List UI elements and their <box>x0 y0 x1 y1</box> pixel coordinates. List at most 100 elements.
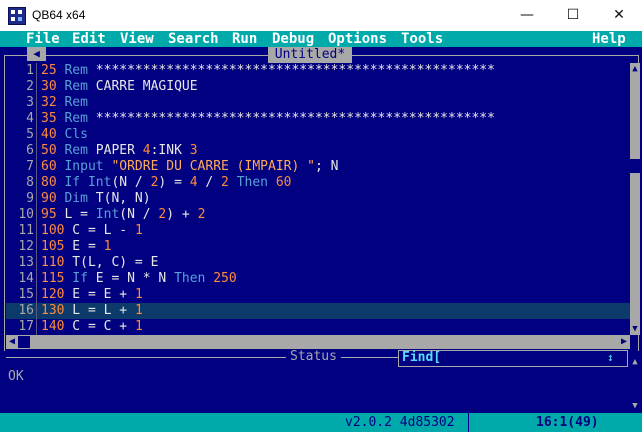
gutter-separator <box>36 191 37 207</box>
code-line[interactable]: 1 25 Rem ********************************… <box>6 63 630 79</box>
editor-left-border <box>4 55 5 351</box>
find-field[interactable]: Find[ ↕ <box>398 350 628 367</box>
code-line[interactable]: 5 40 Cls <box>6 127 630 143</box>
find-updown-icon[interactable]: ↕ <box>607 351 614 365</box>
code-line[interactable]: 13 110 T(L, C) = E <box>6 255 630 271</box>
code-text: 40 Cls <box>41 127 88 142</box>
gutter-separator <box>36 287 37 303</box>
qb64-app-icon[interactable] <box>8 7 26 25</box>
maximize-button[interactable]: ☐ <box>550 0 596 31</box>
scroll-left-icon[interactable]: ◀ <box>6 335 18 349</box>
line-number: 4 <box>26 111 34 126</box>
code-line[interactable]: 10 95 L = Int(N / 2) + 2 <box>6 207 630 223</box>
code-line[interactable]: 3 32 Rem <box>6 95 630 111</box>
code-text: 95 L = Int(N / 2) + 2 <box>41 207 206 222</box>
code-editor[interactable]: 1 25 Rem ********************************… <box>6 63 630 335</box>
line-number: 5 <box>26 127 34 142</box>
gutter-separator <box>36 319 37 335</box>
status-message: OK <box>8 369 24 384</box>
gutter-separator <box>36 223 37 239</box>
code-line[interactable]: 9 90 Dim T(N, N) <box>6 191 630 207</box>
window-title: QB64 x64 <box>32 8 86 22</box>
gutter-separator <box>36 239 37 255</box>
code-line[interactable]: 6 50 Rem PAPER 4:INK 3 <box>6 143 630 159</box>
line-number: 12 <box>18 239 34 254</box>
code-line[interactable]: 8 80 If Int(N / 2) = 4 / 2 Then 60 <box>6 175 630 191</box>
code-text: 90 Dim T(N, N) <box>41 191 151 206</box>
minimize-button[interactable]: — <box>504 0 550 31</box>
code-line[interactable]: 2 30 Rem CARRE MAGIQUE <box>6 79 630 95</box>
gutter-separator <box>36 111 37 127</box>
code-text: 140 C = C + 1 <box>41 319 143 334</box>
menu-help[interactable]: Help <box>592 31 626 47</box>
horizontal-scroll-thumb[interactable] <box>18 336 30 348</box>
bottom-status-bar: v2.0.2 4d85302 16:1(49) <box>0 413 642 432</box>
line-number: 6 <box>26 143 34 158</box>
code-text: 60 Input "ORDRE DU CARRE (IMPAIR) "; N <box>41 159 339 174</box>
code-line[interactable]: 4 35 Rem ********************************… <box>6 111 630 127</box>
status-scrollbar[interactable]: ▲ ▼ <box>630 357 640 413</box>
version-label: v2.0.2 4d85302 <box>345 415 455 430</box>
bottom-bar-divider <box>468 413 469 432</box>
code-text: 100 C = L - 1 <box>41 223 143 238</box>
window-titlebar: QB64 x64 — ☐ ✕ <box>0 0 642 32</box>
gutter-separator <box>36 303 37 319</box>
menu-search[interactable]: Search <box>168 31 219 47</box>
editor-tab-title[interactable]: Untitled* <box>268 47 352 63</box>
code-line[interactable]: 15 120 E = E + 1 <box>6 287 630 303</box>
menu-run[interactable]: Run <box>232 31 257 47</box>
line-number: 2 <box>26 79 34 94</box>
line-number: 13 <box>18 255 34 270</box>
gutter-separator <box>36 255 37 271</box>
gutter-separator <box>36 143 37 159</box>
code-line[interactable]: 7 60 Input "ORDRE DU CARRE (IMPAIR) "; N <box>6 159 630 175</box>
line-number: 3 <box>26 95 34 110</box>
status-title: Status <box>286 350 341 364</box>
code-text: 50 Rem PAPER 4:INK 3 <box>41 143 198 158</box>
collapse-arrow-icon[interactable]: ◀ <box>27 47 46 61</box>
code-text: 25 Rem *********************************… <box>41 63 495 78</box>
menu-debug[interactable]: Debug <box>272 31 314 47</box>
line-number: 7 <box>26 159 34 174</box>
menu-bar: File Edit View Search Run Debug Options … <box>0 31 642 47</box>
code-text: 115 If E = N * N Then 250 <box>41 271 237 286</box>
menu-tools[interactable]: Tools <box>401 31 443 47</box>
line-number: 15 <box>18 287 34 302</box>
line-number: 10 <box>18 207 34 222</box>
gutter-separator <box>36 207 37 223</box>
status-scroll-up-icon[interactable]: ▲ <box>630 357 640 367</box>
gutter-separator <box>36 127 37 143</box>
code-line[interactable]: 12 105 E = 1 <box>6 239 630 255</box>
menu-edit[interactable]: Edit <box>72 31 106 47</box>
gutter-separator <box>36 79 37 95</box>
line-number: 11 <box>18 223 34 238</box>
code-line[interactable]: 14 115 If E = N * N Then 250 <box>6 271 630 287</box>
code-text: 30 Rem CARRE MAGIQUE <box>41 79 198 94</box>
code-line[interactable]: 17 140 C = C + 1 <box>6 319 630 335</box>
gutter-separator <box>36 159 37 175</box>
gutter-separator <box>36 271 37 287</box>
code-text: 110 T(L, C) = E <box>41 255 159 270</box>
code-text: 80 If Int(N / 2) = 4 / 2 Then 60 <box>41 175 292 190</box>
line-number: 14 <box>18 271 34 286</box>
cursor-position: 16:1(49) <box>536 415 599 430</box>
code-text: 35 Rem *********************************… <box>41 111 495 126</box>
vertical-scroll-thumb[interactable] <box>630 159 640 173</box>
line-number: 8 <box>26 175 34 190</box>
horizontal-scrollbar[interactable]: ◀ ▶ <box>6 335 630 349</box>
status-scroll-down-icon[interactable]: ▼ <box>630 401 640 411</box>
code-text: 130 L = L + 1 <box>41 303 143 318</box>
menu-view[interactable]: View <box>120 31 154 47</box>
code-line[interactable]: 11 100 C = L - 1 <box>6 223 630 239</box>
line-number: 17 <box>18 319 34 334</box>
close-button[interactable]: ✕ <box>596 0 642 31</box>
vertical-scrollbar[interactable]: ▲ ▼ <box>630 63 640 335</box>
gutter-separator <box>36 175 37 191</box>
scroll-down-icon[interactable]: ▼ <box>630 323 640 335</box>
menu-file[interactable]: File <box>26 31 60 47</box>
scroll-up-icon[interactable]: ▲ <box>630 63 640 75</box>
code-line[interactable]: 16 130 L = L + 1 <box>6 303 630 319</box>
menu-options[interactable]: Options <box>328 31 387 47</box>
gutter-separator <box>36 63 37 79</box>
scroll-right-icon[interactable]: ▶ <box>618 335 630 349</box>
